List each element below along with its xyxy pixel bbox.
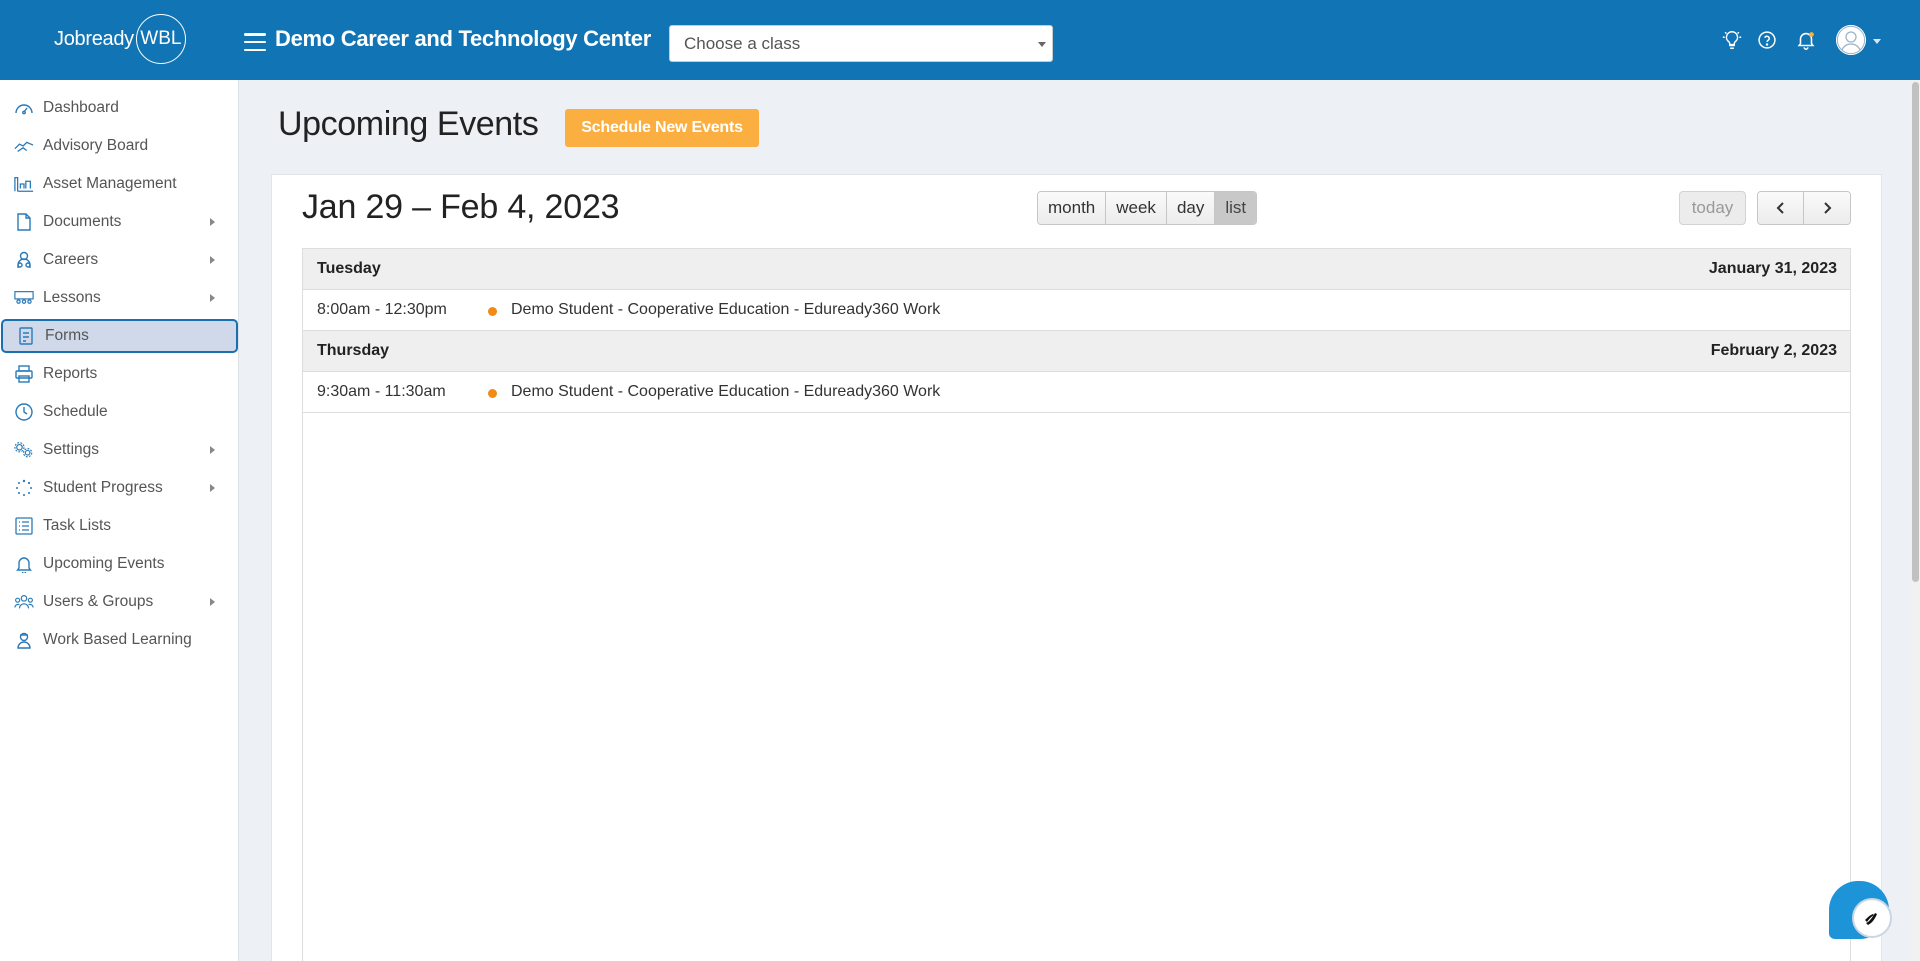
lessons-icon	[14, 289, 34, 307]
chat-widget-button[interactable]	[1829, 881, 1892, 939]
event-row[interactable]: 8:00am - 12:30pm Demo Student - Cooperat…	[303, 290, 1850, 331]
view-day-button[interactable]: day	[1166, 192, 1216, 224]
sidebar-item-settings[interactable]: Settings	[0, 433, 238, 467]
view-list-button[interactable]: list	[1215, 192, 1257, 224]
notification-bell-icon[interactable]	[1794, 28, 1818, 52]
printer-icon	[14, 365, 34, 383]
calendar-date-range: Jan 29 – Feb 4, 2023	[302, 188, 620, 226]
sidebar-item-label: Task Lists	[43, 517, 112, 534]
careers-icon	[14, 251, 34, 269]
calendar-nav-buttons	[1757, 191, 1851, 225]
sidebar-item-documents[interactable]: Documents	[0, 205, 238, 239]
worker-icon	[14, 631, 34, 649]
sidebar-item-label: Documents	[43, 213, 122, 230]
scrollbar-thumb[interactable]	[1912, 82, 1919, 582]
event-list: Tuesday January 31, 2023 8:00am - 12:30p…	[302, 248, 1851, 961]
chevron-right-icon	[210, 294, 215, 302]
view-week-button[interactable]: week	[1106, 192, 1167, 224]
sidebar-item-label: Lessons	[43, 289, 101, 306]
sidebar-nav: Dashboard Advisory Board Asset Managemen…	[0, 80, 239, 961]
day-date: February 2, 2023	[1710, 342, 1837, 359]
event-dot	[488, 307, 497, 316]
sidebar-item-label: Reports	[43, 365, 98, 382]
document-icon	[14, 213, 34, 231]
sidebar-item-label: Schedule	[43, 403, 108, 420]
sidebar-item-advisory-board[interactable]: Advisory Board	[0, 129, 238, 163]
gears-icon	[14, 441, 34, 459]
day-name: Tuesday	[317, 260, 381, 277]
event-dot	[488, 389, 497, 398]
chevron-right-icon	[210, 256, 215, 264]
sidebar-item-work-based-learning[interactable]: Work Based Learning	[0, 623, 238, 657]
event-title[interactable]: Demo Student - Cooperative Education - E…	[511, 383, 940, 401]
chevron-right-icon	[210, 446, 215, 454]
dashboard-icon	[14, 99, 34, 117]
user-avatar-icon[interactable]	[1836, 25, 1866, 55]
day-header-row: Thursday February 2, 2023	[303, 331, 1850, 372]
class-select-dropdown[interactable]: Choose a class	[669, 25, 1053, 62]
sidebar-item-forms[interactable]: Forms	[1, 319, 238, 353]
sidebar-item-label: Dashboard	[43, 99, 119, 116]
app-logo[interactable]: Jobready WBL	[54, 14, 189, 64]
sidebar-item-label: Asset Management	[43, 175, 177, 192]
chevron-right-icon	[210, 218, 215, 226]
schedule-new-events-button[interactable]: Schedule New Events	[565, 109, 759, 147]
sidebar-item-schedule[interactable]: Schedule	[0, 395, 238, 429]
sidebar-item-label: Advisory Board	[43, 137, 149, 154]
sidebar-item-careers[interactable]: Careers	[0, 243, 238, 277]
logo-badge: WBL	[135, 14, 186, 64]
lightbulb-icon[interactable]	[1720, 28, 1744, 52]
chat-logo-icon	[1852, 898, 1892, 938]
event-title[interactable]: Demo Student - Cooperative Education - E…	[511, 301, 940, 319]
event-row[interactable]: 9:30am - 11:30am Demo Student - Cooperat…	[303, 372, 1850, 413]
page-scrollbar[interactable]	[1911, 80, 1920, 961]
chevron-right-icon	[1824, 202, 1832, 214]
handshake-icon	[14, 137, 34, 155]
chevron-left-icon	[1776, 202, 1784, 214]
day-name: Thursday	[317, 342, 390, 359]
hamburger-menu-icon[interactable]	[244, 33, 266, 51]
next-week-button[interactable]	[1804, 192, 1850, 224]
sidebar-item-reports[interactable]: Reports	[0, 357, 238, 391]
chevron-down-icon	[1038, 42, 1046, 47]
day-header-row: Tuesday January 31, 2023	[303, 249, 1850, 290]
sidebar-item-users-groups[interactable]: Users & Groups	[0, 585, 238, 619]
bell-icon	[14, 555, 34, 573]
sidebar-item-task-lists[interactable]: Task Lists	[0, 509, 238, 543]
sidebar-item-label: Student Progress	[43, 479, 163, 496]
view-month-button[interactable]: month	[1038, 192, 1107, 224]
sidebar-item-label: Settings	[43, 441, 100, 458]
sidebar-item-label: Upcoming Events	[43, 555, 165, 572]
list-icon	[14, 517, 34, 535]
sidebar-item-label: Forms	[45, 327, 89, 344]
sidebar-item-dashboard[interactable]: Dashboard	[0, 91, 238, 125]
users-icon	[14, 593, 34, 611]
spinner-icon	[14, 479, 34, 497]
logo-text: Jobready	[54, 27, 134, 50]
sidebar-item-label: Work Based Learning	[43, 631, 192, 648]
sidebar-item-asset-management[interactable]: Asset Management	[0, 167, 238, 201]
sidebar-item-label: Users & Groups	[43, 593, 154, 610]
chevron-right-icon	[210, 484, 215, 492]
sidebar-item-upcoming-events[interactable]: Upcoming Events	[0, 547, 238, 581]
event-time: 8:00am - 12:30pm	[317, 301, 447, 318]
form-icon	[16, 327, 36, 345]
sidebar-item-student-progress[interactable]: Student Progress	[0, 471, 238, 505]
page-title: Upcoming Events	[278, 105, 539, 143]
sidebar-item-label: Careers	[43, 251, 99, 268]
help-icon[interactable]	[1755, 28, 1779, 52]
avatar-chevron-down-icon[interactable]	[1873, 39, 1881, 44]
chevron-right-icon	[210, 598, 215, 606]
class-select-placeholder: Choose a class	[684, 33, 801, 53]
warehouse-icon	[14, 175, 34, 193]
calendar-view-switcher: month week day list	[1037, 191, 1258, 225]
today-button[interactable]: today	[1679, 191, 1746, 225]
top-header-bar: Jobready WBL Demo Career and Technology …	[0, 0, 1920, 80]
clock-icon	[14, 403, 34, 421]
org-title: Demo Career and Technology Center	[275, 26, 652, 51]
event-time: 9:30am - 11:30am	[317, 383, 446, 400]
prev-week-button[interactable]	[1758, 192, 1804, 224]
sidebar-item-lessons[interactable]: Lessons	[0, 281, 238, 315]
day-date: January 31, 2023	[1708, 260, 1837, 277]
